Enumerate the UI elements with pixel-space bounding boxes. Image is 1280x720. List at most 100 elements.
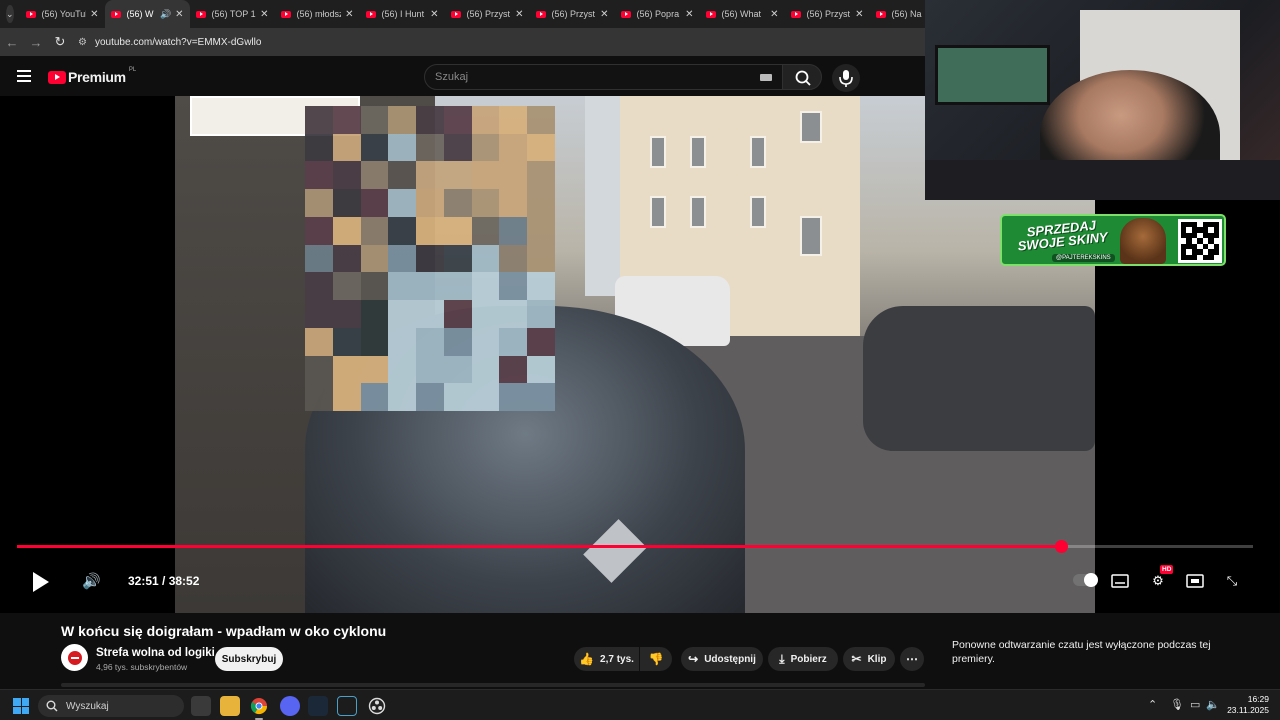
taskbar-clock[interactable]: 16:29 23.11.2025	[1225, 694, 1269, 716]
network-icon[interactable]: ▭	[1190, 698, 1200, 711]
browser-tab[interactable]: (56) młodsz ✕	[275, 0, 360, 28]
building-window	[800, 111, 822, 143]
progress-bar[interactable]	[17, 540, 1253, 553]
tab-label: (56) Przyst	[551, 9, 596, 19]
youtube-favicon-icon	[25, 10, 36, 18]
youtube-favicon-icon	[875, 10, 886, 18]
pixelated-area	[305, 106, 555, 411]
obs-icon[interactable]	[367, 696, 387, 716]
tab-close-icon[interactable]: ✕	[685, 9, 693, 20]
youtube-favicon-icon	[790, 10, 801, 18]
share-arrow-icon: ↪	[688, 652, 699, 666]
progress-fill	[17, 545, 1062, 548]
app-window-icon[interactable]	[337, 696, 357, 716]
tab-label: (56) młodsz	[296, 9, 342, 19]
search-button[interactable]	[782, 64, 822, 90]
browser-tab[interactable]: (56) I Hunt ✕	[360, 0, 445, 28]
youtube-premium-logo[interactable]: Premium PL	[48, 67, 137, 85]
tab-audio-icon[interactable]: 🔊	[160, 9, 171, 20]
description-box-edge[interactable]	[61, 683, 925, 687]
country-code: PL	[128, 67, 137, 73]
volume-icon[interactable]: 🔊	[82, 572, 101, 590]
browser-tab[interactable]: (56) Przyst ✕	[530, 0, 615, 28]
clip-button[interactable]: ✂ Klip	[843, 647, 895, 671]
tab-close-icon[interactable]: ✕	[430, 9, 438, 20]
browser-tab-strip: ⌄ (56) YouTube✕(56) W🔊✕(56) TOP 1✕(56) m…	[0, 0, 925, 28]
subtitles-icon[interactable]	[1108, 570, 1132, 592]
browser-tab[interactable]: (56) YouTube✕	[20, 0, 105, 28]
building-window	[800, 216, 822, 256]
browser-tab[interactable]: (56) Przyst ✕	[785, 0, 870, 28]
search-placeholder: Szukaj	[435, 71, 469, 83]
no-entry-sign-icon	[67, 650, 82, 665]
keyboard-icon[interactable]	[760, 74, 772, 81]
reload-icon[interactable]: ↻	[48, 34, 72, 50]
dislike-button[interactable]: 👎	[640, 647, 672, 671]
steam-icon[interactable]	[308, 696, 328, 716]
task-view-icon[interactable]	[191, 696, 211, 716]
youtube-favicon-icon	[535, 10, 546, 18]
browser-tab[interactable]: (56) What ✕	[700, 0, 785, 28]
promo-text: SPRZEDAJ SWOJE SKINY	[1016, 217, 1109, 254]
channel-name[interactable]: Strefa wolna od logiki	[96, 647, 215, 659]
share-button[interactable]: ↪ Udostępnij	[681, 647, 763, 671]
url-field[interactable]: ⚙ youtube.com/watch?v=EMMX-dGwllo	[78, 37, 261, 48]
browser-tab[interactable]: (56) TOP 1 ✕	[190, 0, 275, 28]
youtube-favicon-icon	[195, 10, 206, 18]
tab-close-icon[interactable]: ✕	[515, 9, 523, 20]
play-button[interactable]	[30, 571, 52, 593]
show-hidden-icons-chevron-icon[interactable]: ⌃	[1148, 698, 1157, 711]
speaker-tray-icon[interactable]: 🔈	[1206, 698, 1220, 711]
tab-label: (56) TOP 1	[211, 9, 256, 19]
youtube-masthead: Premium PL Szukaj	[0, 56, 925, 96]
forward-arrow-icon[interactable]: →	[24, 35, 48, 50]
download-button[interactable]: ⤓ Pobierz	[768, 647, 838, 671]
hd-badge: HD	[1160, 565, 1174, 574]
tab-close-icon[interactable]: ✕	[260, 9, 268, 20]
hamburger-menu-icon[interactable]	[17, 70, 31, 82]
chrome-icon[interactable]	[249, 696, 269, 720]
building-window	[750, 196, 766, 228]
subscribe-button[interactable]: Subskrybuj	[215, 647, 283, 671]
tab-close-icon[interactable]: ✕	[345, 9, 353, 20]
microphone-tray-icon[interactable]: 🎙	[1170, 698, 1184, 711]
tab-label: (56) Przyst	[466, 9, 511, 19]
youtube-favicon-icon	[620, 10, 631, 18]
browser-tab[interactable]: (56) W 🔊 ✕	[104, 0, 190, 28]
tab-close-icon[interactable]: ✕	[600, 9, 608, 20]
browser-tab[interactable]: (56) Przyst ✕	[445, 0, 530, 28]
tab-search-chevron-icon[interactable]: ⌄	[6, 5, 14, 23]
site-info-icon[interactable]: ⚙	[78, 37, 87, 48]
windows-start-icon[interactable]	[13, 698, 29, 714]
file-explorer-icon[interactable]	[220, 696, 240, 716]
like-button[interactable]: 👍 2,7 tys.	[574, 647, 639, 671]
taskbar-search[interactable]: Wyszukaj	[38, 695, 184, 717]
like-count: 2,7 tys.	[600, 653, 634, 665]
tab-close-icon[interactable]: ✕	[855, 9, 863, 20]
more-actions-button[interactable]: ⋯	[900, 647, 924, 671]
tab-label: (56) W	[126, 9, 154, 19]
autoplay-toggle[interactable]	[1073, 573, 1098, 587]
browser-tab[interactable]: (56) Popra ✕	[615, 0, 700, 28]
youtube-favicon-icon	[450, 10, 461, 18]
promo-banner: SPRZEDAJ SWOJE SKINY @PAJTEREKSKINS	[1000, 214, 1226, 266]
tab-close-icon[interactable]: ✕	[90, 9, 98, 20]
theater-mode-icon[interactable]	[1183, 570, 1207, 592]
microphone-icon	[839, 70, 853, 87]
promo-handle: @PAJTEREKSKINS	[1052, 254, 1115, 262]
subscriber-count: 4,96 tys. subskrybentów	[96, 662, 188, 672]
channel-avatar[interactable]	[61, 644, 88, 671]
tab-close-icon[interactable]: ✕	[770, 9, 778, 20]
building-window	[750, 136, 766, 168]
webcam-desk	[925, 160, 1280, 200]
building-window	[650, 136, 666, 168]
youtube-favicon-icon	[705, 10, 716, 18]
webcam-aquarium	[935, 45, 1050, 105]
back-arrow-icon[interactable]: ←	[0, 35, 24, 50]
tab-close-icon[interactable]: ✕	[175, 9, 183, 20]
discord-icon[interactable]	[280, 696, 300, 716]
tab-label: (56) Popra	[636, 9, 680, 19]
search-input[interactable]: Szukaj	[424, 64, 783, 90]
fullscreen-icon[interactable]: ⤡	[1220, 570, 1244, 592]
voice-search-button[interactable]	[832, 64, 860, 92]
